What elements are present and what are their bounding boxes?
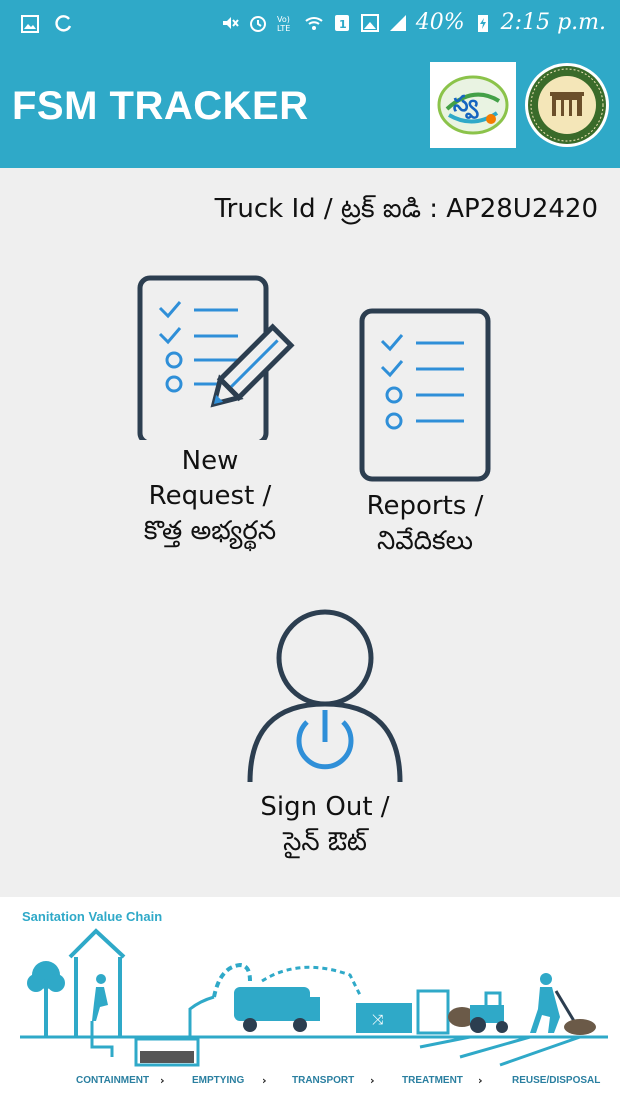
value-chain-steps: CONTAINMENT › EMPTYING › TRANSPORT › TRE… [0, 1074, 620, 1091]
app-title: FSM TRACKER [12, 84, 309, 128]
farmer-icon [530, 973, 596, 1035]
sign-out-label-te: సైన్ ఔట్ [283, 827, 367, 857]
mute-icon [222, 16, 239, 29]
svg-text:Vo): Vo) [277, 15, 290, 24]
sign-out-label-en: Sign Out / [260, 792, 390, 822]
step-transport: TRANSPORT [292, 1075, 355, 1086]
volte-icon: Vo)LTE [277, 15, 290, 33]
treatment-plant-icon: ⤨ [356, 989, 476, 1035]
screenshot-icon [360, 13, 379, 32]
value-chain-illustration: ⤨ [20, 928, 608, 1067]
new-request-button[interactable]: New Request / కొత్త అభ్యర్థన [118, 270, 302, 549]
battery-charging-icon [477, 14, 488, 32]
chevron-right-icon: › [478, 1074, 483, 1087]
status-time: 2:15 p.m. [500, 10, 606, 35]
reports-button[interactable]: Reports / నివేదికలు [340, 305, 510, 559]
sign-out-button[interactable]: Sign Out / సైన్ ఔట్ [220, 606, 430, 860]
status-bar: Vo) LTE 1 40% 2:15 p.m. [0, 0, 620, 48]
septic-tank-icon [134, 1037, 200, 1067]
step-containment: CONTAINMENT [76, 1075, 150, 1086]
corporation-seal-logo [524, 62, 610, 148]
svg-text:1: 1 [339, 18, 347, 31]
tanker-truck-icon [234, 965, 362, 1032]
step-treatment: TREATMENT [402, 1075, 463, 1086]
swachh-logo: స్వ [430, 62, 516, 148]
sanitation-value-chain-banner: Sanitation Value Chain ⤨ CONTAINMENT › E… [0, 897, 620, 1102]
svg-text:⤨: ⤨ [372, 1012, 384, 1028]
step-emptying: EMPTYING [192, 1075, 245, 1086]
new-request-label-en-2: Request / [148, 481, 272, 511]
app-bar: FSM TRACKER స్వ [0, 48, 620, 168]
checklist-pencil-icon [137, 275, 295, 446]
chevron-right-icon: › [262, 1074, 267, 1087]
alarm-icon [249, 15, 266, 32]
step-reuse-disposal: REUSE/DISPOSAL [512, 1075, 601, 1086]
new-request-label-te: కొత్త అభ్యర్థన [143, 516, 277, 546]
signal-icon [389, 14, 406, 31]
battery-percent: 40% [415, 10, 465, 35]
sim-icon: 1 [334, 14, 349, 31]
reports-label-te: నివేదికలు [376, 526, 474, 556]
tractor-icon [470, 991, 508, 1033]
truck-id-label: Truck Id / ట్రక్ ఐడి : AP28U2420 [214, 194, 598, 224]
svg-text:స్వ: స్వ [453, 92, 479, 119]
svg-text:LTE: LTE [277, 24, 290, 33]
user-power-icon [247, 609, 403, 783]
new-request-label-en: New [181, 446, 239, 476]
image-icon [21, 15, 39, 33]
chevron-right-icon: › [160, 1074, 165, 1087]
wifi-icon [305, 16, 323, 30]
reports-label-en: Reports / [366, 491, 484, 521]
circle-arrow-icon [55, 15, 72, 32]
tree-icon [27, 961, 65, 1037]
chevron-right-icon: › [370, 1074, 375, 1087]
report-checklist-icon [359, 308, 491, 482]
